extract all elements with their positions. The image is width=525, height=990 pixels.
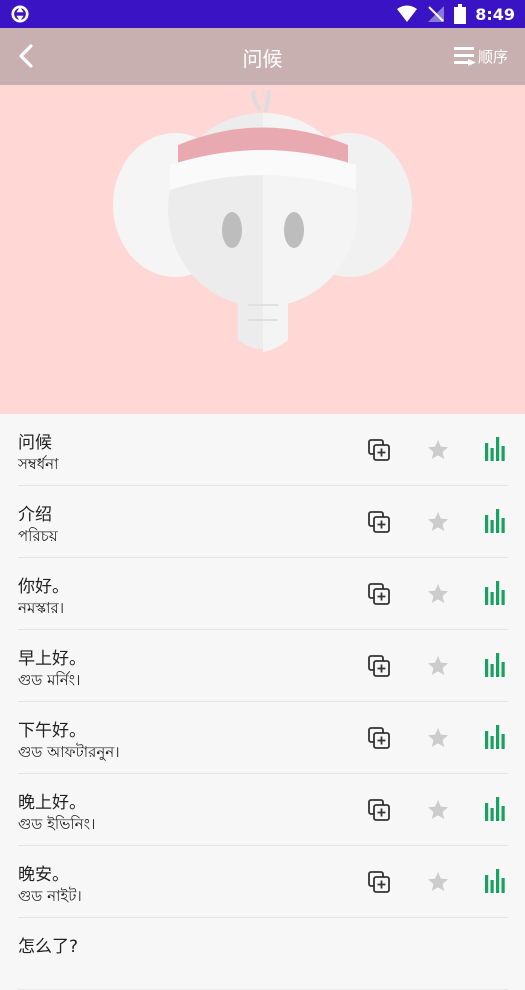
phrase-bengali: সম্বর্ধনা — [18, 455, 59, 473]
phrase-bengali: নমস্কার। — [18, 599, 65, 617]
no-signal-icon — [428, 6, 445, 22]
copy-icon[interactable] — [367, 510, 391, 534]
phrase-bengali: গুড মর্নিং। — [18, 671, 81, 689]
phrase-chinese: 早上好。 — [18, 649, 86, 669]
copy-icon[interactable] — [367, 726, 391, 750]
list-item[interactable]: 晚上好。 গুড ইভিনিং। — [18, 774, 508, 846]
phrase-chinese: 晚上好。 — [18, 793, 86, 813]
phrase-chinese: 下午好。 — [18, 721, 86, 741]
copy-icon[interactable] — [367, 654, 391, 678]
sync-icon — [11, 5, 29, 23]
order-button[interactable]: 顺序 — [453, 45, 508, 67]
phrase-chinese: 问候 — [18, 433, 52, 453]
phrase-chinese: 怎么了? — [18, 937, 79, 957]
app-bar: 问候 顺序 — [0, 28, 525, 85]
phrase-chinese: 晚安。 — [18, 865, 69, 885]
star-icon[interactable] — [426, 438, 450, 462]
copy-icon[interactable] — [367, 798, 391, 822]
list-item[interactable]: 你好。 নমস্কার। — [18, 558, 508, 630]
phrase-bengali: গুড আফটারনুন। — [18, 743, 120, 761]
star-icon[interactable] — [426, 510, 450, 534]
elephant-mascot-icon — [113, 90, 412, 352]
audio-level-icon[interactable] — [484, 437, 508, 461]
star-icon[interactable] — [426, 798, 450, 822]
audio-level-icon[interactable] — [484, 725, 508, 749]
phrase-list: 问候 সম্বর্ধনা 介绍 পরিচয় 你好。 নমস্কার। 早上好。… — [0, 414, 525, 990]
phrase-bengali: গুড নাইট। — [18, 887, 82, 905]
list-item[interactable]: 问候 সম্বর্ধনা — [18, 414, 508, 486]
list-item[interactable]: 早上好。 গুড মর্নিং। — [18, 630, 508, 702]
audio-level-icon[interactable] — [484, 509, 508, 533]
star-icon[interactable] — [426, 726, 450, 750]
audio-level-icon[interactable] — [484, 653, 508, 677]
sort-list-icon — [453, 47, 476, 66]
copy-icon[interactable] — [367, 870, 391, 894]
hero-banner — [0, 85, 525, 414]
audio-level-icon[interactable] — [484, 581, 508, 605]
page-title: 问候 — [242, 47, 283, 71]
list-item[interactable]: 晚安。 গুড নাইট। — [18, 846, 508, 918]
phrase-chinese: 你好。 — [18, 577, 69, 597]
list-item[interactable]: 介绍 পরিচয় — [18, 486, 508, 558]
status-bar: 8:49 — [0, 0, 525, 28]
star-icon[interactable] — [426, 582, 450, 606]
battery-icon — [454, 4, 467, 24]
audio-level-icon[interactable] — [484, 869, 508, 893]
star-icon[interactable] — [426, 654, 450, 678]
copy-icon[interactable] — [367, 438, 391, 462]
order-label: 顺序 — [477, 47, 508, 66]
wifi-icon — [397, 5, 418, 22]
list-item[interactable]: 下午好。 গুড আফটারনুন। — [18, 702, 508, 774]
phrase-bengali: পরিচয় — [18, 527, 58, 545]
phrase-bengali: গুড ইভিনিং। — [18, 815, 96, 833]
star-icon[interactable] — [426, 870, 450, 894]
audio-level-icon[interactable] — [484, 797, 508, 821]
phrase-chinese: 介绍 — [18, 505, 52, 525]
copy-icon[interactable] — [367, 582, 391, 606]
status-time: 8:49 — [475, 4, 515, 24]
list-item[interactable]: 怎么了? — [18, 918, 508, 990]
